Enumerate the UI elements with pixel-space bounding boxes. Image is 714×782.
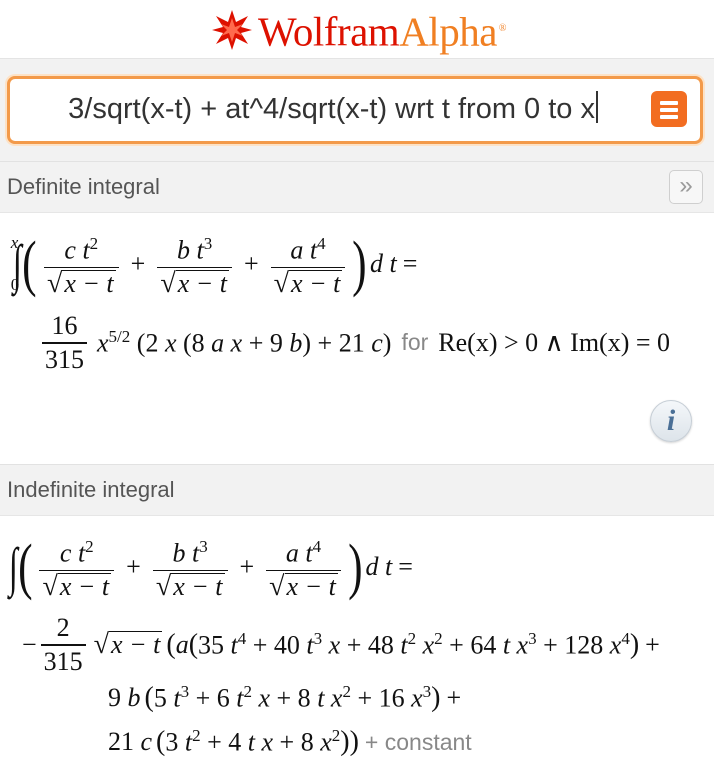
pod-title: Indefinite integral: [7, 477, 175, 502]
indefinite-result-line-3: 21 c (3 t2 + 4 t x + 8 x2)) + constant: [108, 726, 472, 757]
expand-icon[interactable]: »: [669, 170, 703, 204]
header: WolframAlpha ®: [0, 0, 714, 58]
indefinite-result-line-1: − 2 315 √ x − t (a (35 t4 + 40 t3 x + 48 t…: [22, 613, 660, 676]
wolfram-alpha-logo[interactable]: WolframAlpha ®: [210, 4, 507, 57]
definite-integral-result: 16 315 x5/2 (2 x (8 a x + 9 b) + 21 c) fo…: [42, 312, 670, 374]
indefinite-result-line-2: 9 b (5 t3 + 6 t2 x + 8 t x2 + 16 x3) +: [108, 682, 462, 713]
constant-text: + constant: [364, 728, 472, 755]
info-icon[interactable]: i: [650, 400, 692, 442]
pod-header-definite: Definite integral »: [0, 161, 714, 213]
text-caret: [596, 91, 598, 123]
pod-title: Definite integral: [7, 174, 160, 199]
pod-header-indefinite: Indefinite integral: [0, 464, 714, 516]
query-field[interactable]: 3/sqrt(x-t) + at^4/sqrt(x-t) wrt t from …: [18, 79, 598, 141]
condition-text: Re(x) > 0 ∧ Im(x) = 0: [438, 327, 671, 357]
logo-text: WolframAlpha ®: [258, 8, 507, 55]
search-input[interactable]: 3/sqrt(x-t) + at^4/sqrt(x-t) wrt t from …: [7, 76, 703, 144]
indefinite-integral-expression: ∫ ( c t2 √ x − t + b t3 √ x − t + a t4 √ x − t…: [8, 533, 413, 603]
query-text: 3/sqrt(x-t) + at^4/sqrt(x-t) wrt t from …: [68, 93, 595, 125]
spikey-icon: [212, 10, 252, 51]
equals-button[interactable]: [651, 91, 687, 127]
condition-word: for: [401, 329, 429, 356]
search-bar: 3/sqrt(x-t) + at^4/sqrt(x-t) wrt t from …: [0, 58, 714, 161]
definite-integral-expression: ∫ x0 ( c t2 √ x − t + b t3 √ x − t + a t4 √ x …: [10, 230, 418, 300]
